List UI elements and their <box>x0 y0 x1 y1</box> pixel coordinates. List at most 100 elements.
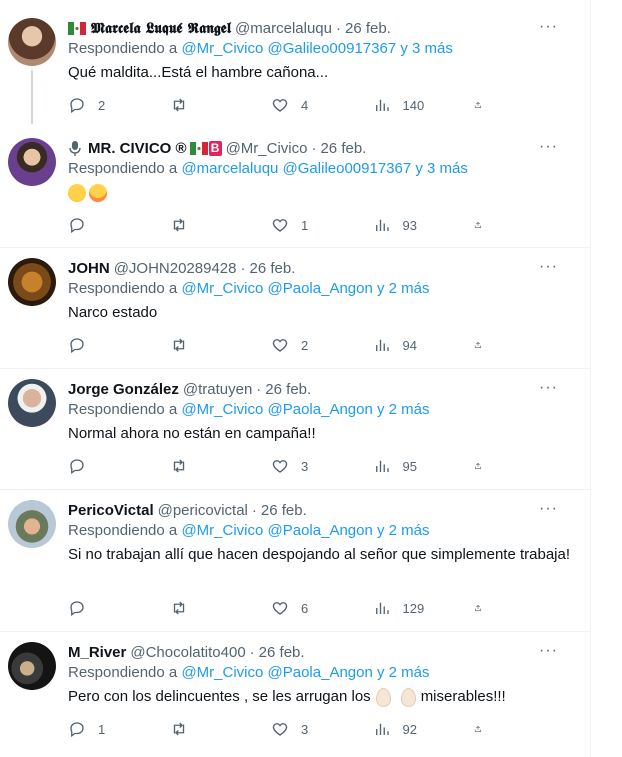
avatar[interactable] <box>8 18 56 66</box>
share-icon <box>474 457 482 475</box>
more-dots-icon[interactable]: ··· <box>539 138 558 156</box>
share-button[interactable] <box>474 335 494 355</box>
retweet-icon <box>170 457 188 475</box>
views-icon <box>373 336 391 354</box>
tweet-date[interactable]: 26 feb. <box>345 20 391 37</box>
reply-icon <box>68 720 86 738</box>
views-button[interactable]: 129 <box>373 598 453 618</box>
views-icon <box>373 457 391 475</box>
user-handle[interactable]: @Chocolatito400 <box>130 644 245 661</box>
reply-count: 1 <box>98 721 106 737</box>
like-button[interactable]: 3 <box>271 456 351 476</box>
display-name[interactable]: Jorge González <box>68 381 179 398</box>
tweet-mr-civico[interactable]: MR. CIVICO ® B @Mr_Civico · 26 feb. ··· … <box>0 124 590 248</box>
separator-dot: · <box>311 139 317 157</box>
avatar[interactable] <box>8 642 56 690</box>
heart-icon <box>271 720 289 738</box>
separator-dot: · <box>249 643 255 661</box>
reply-mentions[interactable]: @Mr_Civico @Paola_Angon y 2 más <box>181 401 429 418</box>
tweet-m-river[interactable]: M_River @Chocolatito400 · 26 feb. ··· Re… <box>0 632 590 757</box>
user-handle[interactable]: @tratuyen <box>183 381 252 398</box>
retweet-button[interactable] <box>170 719 250 739</box>
share-button[interactable] <box>474 215 494 235</box>
more-dots-icon[interactable]: ··· <box>539 642 558 660</box>
tweet-jorge[interactable]: Jorge González @tratuyen · 26 feb. ··· R… <box>0 369 590 490</box>
reply-thread-feed: 𝕸𝖆𝖗𝖈𝖊𝖑𝖆 𝕷𝖚𝖖𝖚𝖊́ 𝕽𝖆𝖓𝖌𝖊𝖑 @marcelaluqu · 26 … <box>0 0 591 757</box>
reply-mentions[interactable]: @Mr_Civico @Paola_Angon y 2 más <box>181 664 429 681</box>
heart-icon <box>271 457 289 475</box>
reply-button[interactable] <box>68 335 148 355</box>
separator-dot: · <box>251 501 257 519</box>
reply-button[interactable] <box>68 598 148 618</box>
views-button[interactable]: 94 <box>373 335 453 355</box>
more-dots-icon[interactable]: ··· <box>539 379 558 397</box>
reply-button[interactable] <box>68 215 148 235</box>
like-button[interactable]: 6 <box>271 598 351 618</box>
reply-mentions[interactable]: @Mr_Civico @Paola_Angon y 2 más <box>181 522 429 539</box>
reply-mentions[interactable]: @Mr_Civico @Galileo00917367 y 3 más <box>181 40 452 57</box>
avatar[interactable] <box>8 258 56 306</box>
like-button[interactable]: 3 <box>271 719 351 739</box>
user-handle[interactable]: @marcelaluqu <box>235 20 332 37</box>
views-button[interactable]: 95 <box>373 456 453 476</box>
more-dots-icon[interactable]: ··· <box>539 500 558 518</box>
tweet-date[interactable]: 26 feb. <box>250 260 296 277</box>
display-name[interactable]: JOHN <box>68 260 110 277</box>
retweet-button[interactable] <box>170 456 250 476</box>
tweet-date[interactable]: 26 feb. <box>259 644 305 661</box>
view-count: 140 <box>402 97 425 113</box>
mexico-flag-icon <box>189 141 208 155</box>
tweet-john[interactable]: JOHN @JOHN20289428 · 26 feb. ··· Respond… <box>0 248 590 369</box>
retweet-button[interactable] <box>170 598 250 618</box>
like-button[interactable]: 4 <box>271 95 351 115</box>
views-button[interactable]: 140 <box>373 95 453 115</box>
retweet-button[interactable] <box>170 215 250 235</box>
replying-to-label: Respondiendo a <box>68 522 178 539</box>
display-name[interactable]: 𝕸𝖆𝖗𝖈𝖊𝖑𝖆 𝕷𝖚𝖖𝖚𝖊́ 𝕽𝖆𝖓𝖌𝖊𝖑 <box>91 19 231 37</box>
share-button[interactable] <box>474 456 494 476</box>
retweet-button[interactable] <box>170 335 250 355</box>
reply-icon <box>68 96 86 114</box>
tweet-date[interactable]: 26 feb. <box>320 140 366 157</box>
avatar[interactable] <box>8 379 56 427</box>
user-handle[interactable]: @Mr_Civico <box>226 140 308 157</box>
share-button[interactable] <box>474 598 494 618</box>
reply-mentions[interactable]: @Mr_Civico @Paola_Angon y 2 más <box>181 280 429 297</box>
tweet-date[interactable]: 26 feb. <box>261 502 307 519</box>
more-dots-icon[interactable]: ··· <box>539 258 558 276</box>
reply-icon <box>68 599 86 617</box>
avatar[interactable] <box>8 500 56 548</box>
reply-button[interactable]: 1 <box>68 719 148 739</box>
share-button[interactable] <box>474 95 494 115</box>
tweet-marcela[interactable]: 𝕸𝖆𝖗𝖈𝖊𝖑𝖆 𝕷𝖚𝖖𝖚𝖊́ 𝕽𝖆𝖓𝖌𝖊𝖑 @marcelaluqu · 26 … <box>0 0 590 124</box>
tweet-pericovictal[interactable]: PericoVictal @pericovictal · 26 feb. ···… <box>0 490 590 632</box>
display-name[interactable]: M_River <box>68 644 126 661</box>
reply-icon <box>68 216 86 234</box>
tweet-date[interactable]: 26 feb. <box>265 381 311 398</box>
steam-face-icon <box>89 184 107 203</box>
separator-dot: · <box>240 259 246 277</box>
views-icon <box>373 599 391 617</box>
retweet-button[interactable] <box>170 95 250 115</box>
heart-icon <box>271 96 289 114</box>
user-handle[interactable]: @JOHN20289428 <box>114 260 237 277</box>
like-button[interactable]: 1 <box>271 215 351 235</box>
heart-icon <box>271 216 289 234</box>
display-name[interactable]: MR. CIVICO ® <box>88 140 187 157</box>
share-button[interactable] <box>474 719 494 739</box>
avatar[interactable] <box>8 138 56 186</box>
view-count: 94 <box>402 337 417 353</box>
reply-button[interactable]: 2 <box>68 95 148 115</box>
views-button[interactable]: 92 <box>373 719 453 739</box>
replying-to-label: Respondiendo a <box>68 664 178 681</box>
like-button[interactable]: 2 <box>271 335 351 355</box>
reply-mentions[interactable]: @marcelaluqu @Galileo00917367 y 3 más <box>181 160 467 177</box>
more-dots-icon[interactable]: ··· <box>539 18 558 36</box>
like-count: 4 <box>301 97 309 113</box>
views-button[interactable]: 93 <box>373 215 453 235</box>
views-icon <box>373 216 391 234</box>
tweet-text-part-b: miserables!!! <box>420 688 506 705</box>
display-name[interactable]: PericoVictal <box>68 502 154 519</box>
reply-button[interactable] <box>68 456 148 476</box>
user-handle[interactable]: @pericovictal <box>158 502 248 519</box>
